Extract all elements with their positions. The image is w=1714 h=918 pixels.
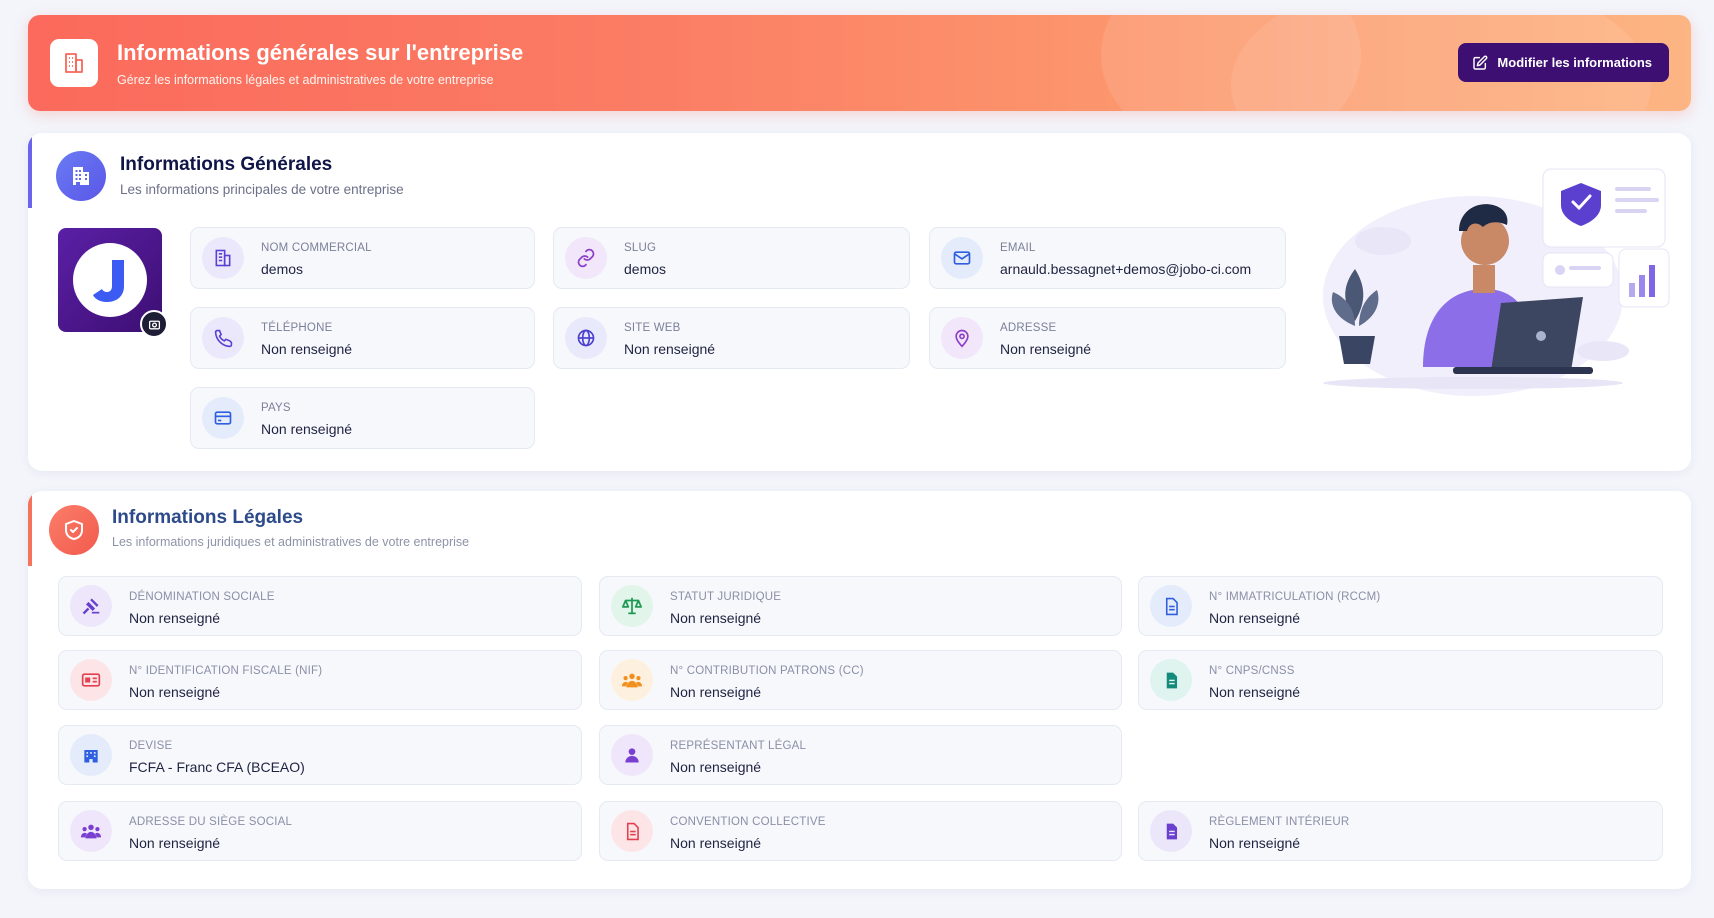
- field-label: Adresse du siège social: [129, 816, 293, 828]
- field-label: N° Contribution patrons (CC): [670, 665, 864, 677]
- field-label: Statut juridique: [670, 591, 782, 603]
- building-icon: [50, 39, 98, 87]
- field-value: Non renseigné: [1209, 610, 1301, 626]
- field-value: Non renseigné: [1000, 341, 1092, 357]
- person-laptop-illustration: [1323, 168, 1670, 396]
- field-label: Téléphone: [261, 322, 333, 334]
- field-pays: Pays Non renseigné: [190, 387, 535, 449]
- field-label: Email: [1000, 242, 1036, 254]
- field-label: N° CNPS/CNSS: [1209, 665, 1295, 677]
- field-value: FCFA - Franc CFA (BCEAO): [129, 759, 305, 775]
- field-nif: N° Identification fiscale (NIF) Non rens…: [58, 650, 582, 710]
- header-banner: Informations générales sur l'entreprise …: [28, 15, 1691, 111]
- field-value: Non renseigné: [1209, 835, 1301, 851]
- field-label: Dénomination sociale: [129, 591, 275, 603]
- camera-icon[interactable]: [140, 310, 168, 338]
- field-label: N° Immatriculation (RCCM): [1209, 591, 1381, 603]
- field-value: Non renseigné: [1209, 684, 1301, 700]
- field-value: Non renseigné: [129, 835, 221, 851]
- field-adresse: Adresse Non renseigné: [929, 307, 1286, 369]
- scale-icon: [611, 585, 653, 627]
- legal-info-section: Informations Légales Les informations ju…: [28, 491, 1691, 889]
- field-label: Pays: [261, 402, 291, 414]
- section-accent: [28, 491, 32, 566]
- building-icon: [202, 237, 244, 279]
- field-value: Non renseigné: [129, 610, 221, 626]
- field-value: Non renseigné: [129, 684, 221, 700]
- edit-info-label: Modifier les informations: [1497, 55, 1652, 70]
- company-logo[interactable]: [58, 228, 168, 338]
- document-icon: [1150, 585, 1192, 627]
- field-label: Convention collective: [670, 816, 826, 828]
- field-value: Non renseigné: [670, 759, 762, 775]
- field-label: Slug: [624, 242, 657, 254]
- field-telephone: Téléphone Non renseigné: [190, 307, 535, 369]
- card-icon: [202, 397, 244, 439]
- mail-icon: [941, 237, 983, 279]
- field-representant-legal: Représentant légal Non renseigné: [599, 725, 1122, 785]
- file-text-icon: [1150, 659, 1192, 701]
- field-denomination-sociale: Dénomination sociale Non renseigné: [58, 576, 582, 636]
- phone-icon: [202, 317, 244, 359]
- field-slug: Slug demos: [553, 227, 910, 289]
- field-label: Représentant légal: [670, 740, 807, 752]
- section-title: Informations Légales: [112, 507, 304, 528]
- logo-circle: [73, 243, 147, 317]
- field-devise: Devise FCFA - Franc CFA (BCEAO): [58, 725, 582, 785]
- group-icon: [70, 810, 112, 852]
- field-statut-juridique: Statut juridique Non renseigné: [599, 576, 1122, 636]
- doc-red-icon: [611, 810, 653, 852]
- field-site-web: Site web Non renseigné: [553, 307, 910, 369]
- field-label: Site web: [624, 322, 681, 334]
- field-label: Règlement intérieur: [1209, 816, 1350, 828]
- field-value: Non renseigné: [670, 610, 762, 626]
- field-value: demos: [624, 261, 667, 277]
- field-value: arnauld.bessagnet+demos@jobo-ci.com: [1000, 261, 1252, 277]
- field-convention-collective: Convention collective Non renseigné: [599, 801, 1122, 861]
- section-title: Informations Générales: [120, 154, 333, 175]
- bank-icon: [70, 734, 112, 776]
- user-icon: [611, 734, 653, 776]
- doc-purple-icon: [1150, 810, 1192, 852]
- field-label: Nom commercial: [261, 242, 372, 254]
- link-icon: [565, 237, 607, 279]
- field-label: Adresse: [1000, 322, 1057, 334]
- field-value: Non renseigné: [670, 684, 762, 700]
- users-icon: [611, 659, 653, 701]
- field-contribution-patrons: N° Contribution patrons (CC) Non renseig…: [599, 650, 1122, 710]
- map-pin-icon: [941, 317, 983, 359]
- field-value: Non renseigné: [624, 341, 716, 357]
- edit-info-button[interactable]: Modifier les informations: [1458, 43, 1669, 82]
- globe-icon: [565, 317, 607, 359]
- field-cnps-cnss: N° CNPS/CNSS Non renseigné: [1138, 650, 1663, 710]
- field-immatriculation: N° Immatriculation (RCCM) Non renseigné: [1138, 576, 1663, 636]
- field-nom-commercial: Nom commercial demos: [190, 227, 535, 289]
- field-adresse-siege: Adresse du siège social Non renseigné: [58, 801, 582, 861]
- shield-icon: [49, 505, 99, 555]
- id-card-icon: [70, 659, 112, 701]
- general-info-section: Informations Générales Les informations …: [28, 133, 1691, 471]
- gavel-icon: [70, 585, 112, 627]
- field-label: Devise: [129, 740, 173, 752]
- field-value: Non renseigné: [261, 341, 353, 357]
- page-subtitle: Gérez les informations légales et admini…: [117, 73, 494, 87]
- field-email: Email arnauld.bessagnet+demos@jobo-ci.co…: [929, 227, 1286, 289]
- building-icon: [56, 151, 106, 201]
- section-subtitle: Les informations principales de votre en…: [120, 182, 404, 197]
- field-value: Non renseigné: [261, 421, 353, 437]
- section-accent: [28, 133, 32, 208]
- edit-icon: [1473, 55, 1488, 70]
- field-reglement-interieur: Règlement intérieur Non renseigné: [1138, 801, 1663, 861]
- field-value: Non renseigné: [670, 835, 762, 851]
- field-label: N° Identification fiscale (NIF): [129, 665, 323, 677]
- section-subtitle: Les informations juridiques et administr…: [112, 535, 470, 549]
- page-title: Informations générales sur l'entreprise: [117, 40, 524, 65]
- field-value: demos: [261, 261, 304, 277]
